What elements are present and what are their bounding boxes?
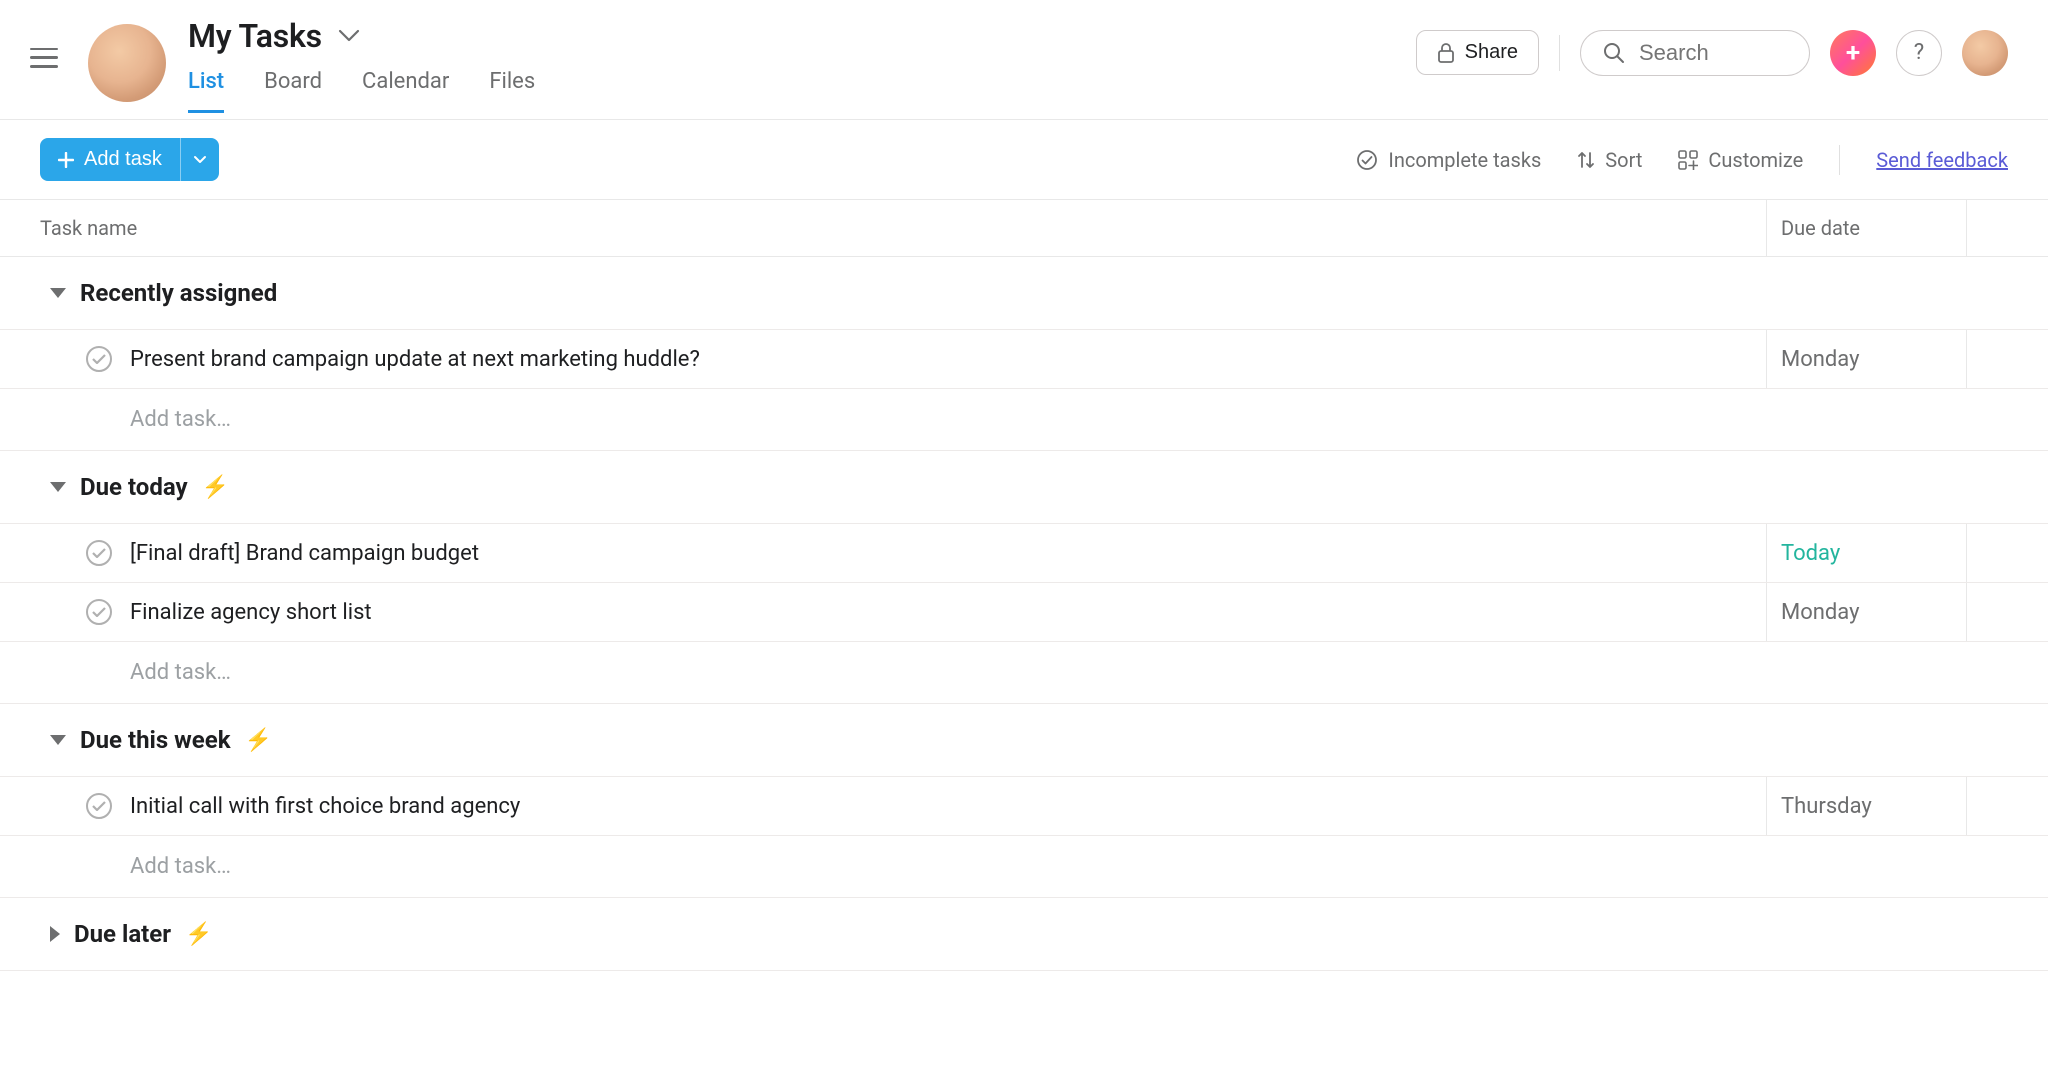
add-task-row[interactable]: Add task… xyxy=(0,389,2048,451)
filter-incomplete[interactable]: Incomplete tasks xyxy=(1356,148,1541,172)
complete-checkbox[interactable] xyxy=(86,540,112,566)
task-extra-cell xyxy=(1966,583,2048,641)
task-name: Initial call with first choice brand age… xyxy=(130,794,520,819)
complete-checkbox[interactable] xyxy=(86,346,112,372)
add-task-button[interactable]: Add task xyxy=(40,138,180,181)
question-icon: ? xyxy=(1914,40,1924,65)
task-name-cell: Initial call with first choice brand age… xyxy=(0,777,1766,835)
toolbar: Add task Incomplete tasks Sort Customize xyxy=(0,120,2048,199)
section-title: Due today xyxy=(80,473,188,501)
search-input[interactable] xyxy=(1639,40,1787,66)
add-task-row[interactable]: Add task… xyxy=(0,642,2048,704)
lightning-bolt-icon: ⚡ xyxy=(185,922,212,947)
tabs: List Board Calendar Files xyxy=(188,69,535,113)
task-due-cell[interactable]: Thursday xyxy=(1766,777,1966,835)
caret-down-icon xyxy=(50,288,66,298)
tab-board[interactable]: Board xyxy=(264,69,322,113)
section-header[interactable]: Due today ⚡ xyxy=(0,451,2048,524)
task-row[interactable]: Initial call with first choice brand age… xyxy=(0,777,2048,836)
top-right: Share + ? xyxy=(1416,30,2008,76)
sort-label: Sort xyxy=(1605,148,1642,172)
filter-label: Incomplete tasks xyxy=(1388,148,1541,172)
section-title: Due this week xyxy=(80,726,231,754)
caret-down-icon xyxy=(50,735,66,745)
sections-container: Recently assigned Present brand campaign … xyxy=(0,257,2048,971)
lightning-bolt-icon: ⚡ xyxy=(202,475,229,500)
page-title: My Tasks xyxy=(188,17,322,55)
task-name-cell: [Final draft] Brand campaign budget xyxy=(0,524,1766,582)
divider xyxy=(1559,35,1560,71)
add-task-placeholder[interactable]: Add task… xyxy=(0,389,1766,450)
task-extra-cell xyxy=(1966,524,2048,582)
section-title: Due later xyxy=(74,920,171,948)
lightning-bolt-icon: ⚡ xyxy=(245,728,272,753)
menu-icon[interactable] xyxy=(30,48,58,68)
col-header-due[interactable]: Due date xyxy=(1766,200,1966,256)
add-task-group: Add task xyxy=(40,138,219,181)
check-circle-icon xyxy=(1356,149,1378,171)
search-box[interactable] xyxy=(1580,30,1810,76)
add-task-placeholder[interactable]: Add task… xyxy=(0,642,1766,703)
task-due-cell[interactable]: Monday xyxy=(1766,583,1966,641)
customize-label: Customize xyxy=(1708,148,1803,172)
project-avatar[interactable] xyxy=(88,24,166,102)
task-extra-cell xyxy=(1966,330,2048,388)
task-extra-cell xyxy=(1966,777,2048,835)
task-row[interactable]: Present brand campaign update at next ma… xyxy=(0,330,2048,389)
complete-checkbox[interactable] xyxy=(86,793,112,819)
add-task-placeholder[interactable]: Add task… xyxy=(0,836,1766,897)
chevron-down-icon[interactable] xyxy=(338,29,360,43)
caret-right-icon xyxy=(50,926,60,942)
complete-checkbox[interactable] xyxy=(86,599,112,625)
task-row[interactable]: [Final draft] Brand campaign budget Today xyxy=(0,524,2048,583)
toolbar-right: Incomplete tasks Sort Customize Send fee… xyxy=(1356,145,2008,175)
lock-icon xyxy=(1437,43,1455,63)
sort-button[interactable]: Sort xyxy=(1577,148,1642,172)
share-button[interactable]: Share xyxy=(1416,30,1539,75)
help-button[interactable]: ? xyxy=(1896,30,1942,76)
tab-list[interactable]: List xyxy=(188,69,224,113)
section-header[interactable]: Due later ⚡ xyxy=(0,898,2048,971)
customize-icon xyxy=(1678,150,1698,170)
task-name: Finalize agency short list xyxy=(130,600,372,625)
divider xyxy=(1839,145,1840,175)
task-row[interactable]: Finalize agency short list Monday xyxy=(0,583,2048,642)
global-add-button[interactable]: + xyxy=(1830,30,1876,76)
search-icon xyxy=(1603,42,1625,64)
add-task-label: Add task xyxy=(84,148,162,171)
task-name-cell: Finalize agency short list xyxy=(0,583,1766,641)
task-name-cell: Present brand campaign update at next ma… xyxy=(0,330,1766,388)
tab-calendar[interactable]: Calendar xyxy=(362,69,449,113)
customize-button[interactable]: Customize xyxy=(1678,148,1803,172)
task-name: Present brand campaign update at next ma… xyxy=(130,347,700,372)
sort-icon xyxy=(1577,150,1595,170)
add-task-row[interactable]: Add task… xyxy=(0,836,2048,898)
task-due-cell[interactable]: Today xyxy=(1766,524,1966,582)
send-feedback-link[interactable]: Send feedback xyxy=(1876,148,2008,172)
task-name: [Final draft] Brand campaign budget xyxy=(130,541,479,566)
plus-icon: + xyxy=(1846,38,1860,68)
title-wrap: My Tasks List Board Calendar Files xyxy=(188,17,535,113)
col-header-extra[interactable] xyxy=(1966,200,2048,256)
col-header-name[interactable]: Task name xyxy=(0,200,1766,256)
add-task-dropdown-button[interactable] xyxy=(180,138,219,181)
plus-icon xyxy=(58,152,74,168)
task-due-cell[interactable]: Monday xyxy=(1766,330,1966,388)
user-avatar[interactable] xyxy=(1962,30,2008,76)
caret-down-icon xyxy=(50,482,66,492)
section-title: Recently assigned xyxy=(80,279,277,307)
section-header[interactable]: Recently assigned xyxy=(0,257,2048,330)
tab-files[interactable]: Files xyxy=(489,69,535,113)
share-label: Share xyxy=(1465,41,1518,64)
table-header: Task name Due date xyxy=(0,199,2048,257)
chevron-down-icon xyxy=(193,155,207,165)
topbar: My Tasks List Board Calendar Files Share xyxy=(0,0,2048,120)
section-header[interactable]: Due this week ⚡ xyxy=(0,704,2048,777)
